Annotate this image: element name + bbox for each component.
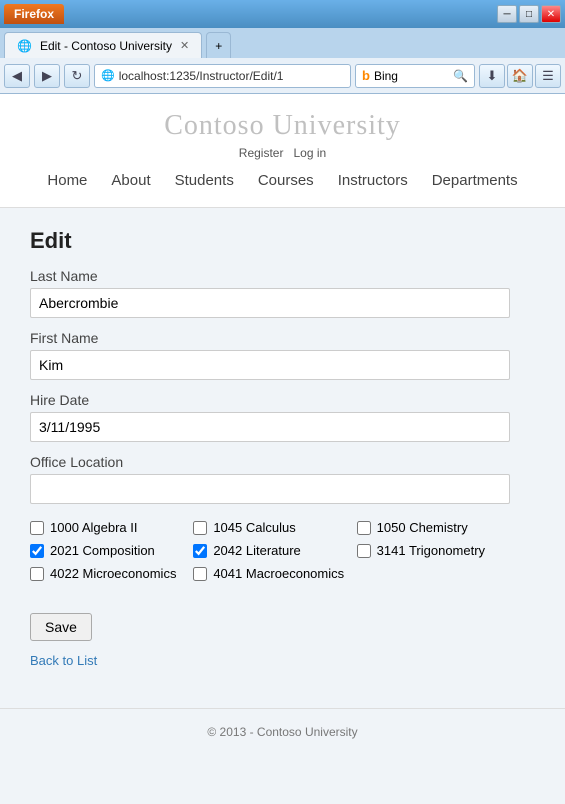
office-location-input[interactable] — [30, 474, 510, 504]
list-item: 1000 Algebra II — [30, 520, 183, 535]
search-icon[interactable]: 🔍 — [453, 69, 468, 83]
search-box[interactable]: b Bing 🔍 — [355, 64, 475, 88]
last-name-group: Last Name — [30, 268, 535, 318]
site-title: Contoso University — [0, 110, 565, 142]
last-name-label: Last Name — [30, 268, 535, 284]
course-checkbox-2021[interactable] — [30, 544, 44, 558]
course-label-3141: 3141 Trigonometry — [377, 543, 485, 558]
new-tab-button[interactable]: + — [206, 32, 231, 58]
course-label-1045: 1045 Calculus — [213, 520, 295, 535]
home-button[interactable]: 🏠 — [507, 64, 533, 88]
active-tab[interactable]: 🌐 Edit - Contoso University ✕ — [4, 32, 202, 58]
course-checkbox-1045[interactable] — [193, 521, 207, 535]
hire-date-input[interactable] — [30, 412, 510, 442]
address-favicon: 🌐 — [101, 69, 115, 82]
main-content: Edit Last Name First Name Hire Date Offi… — [0, 208, 565, 688]
course-label-1000: 1000 Algebra II — [50, 520, 137, 535]
nav-instructors[interactable]: Instructors — [338, 172, 408, 189]
course-label-1050: 1050 Chemistry — [377, 520, 468, 535]
nav-departments[interactable]: Departments — [432, 172, 518, 189]
nav-home[interactable]: Home — [47, 172, 87, 189]
office-location-group: Office Location — [30, 454, 535, 504]
nav-courses[interactable]: Courses — [258, 172, 314, 189]
reload-button[interactable]: ↻ — [64, 64, 90, 88]
list-item: 2042 Literature — [193, 543, 346, 558]
firefox-menu-button[interactable]: Firefox — [4, 4, 64, 24]
list-item: 3141 Trigonometry — [357, 543, 510, 558]
first-name-group: First Name — [30, 330, 535, 380]
course-checkbox-4022[interactable] — [30, 567, 44, 581]
browser-window: Firefox ─ □ ✕ 🌐 Edit - Contoso Universit… — [0, 0, 565, 804]
navbar: ◀ ▶ ↻ 🌐 localhost:1235/Instructor/Edit/1… — [0, 58, 565, 94]
footer-text: © 2013 - Contoso University — [207, 725, 357, 739]
courses-section: 1000 Algebra II 1045 Calculus 1050 Chemist… — [30, 520, 535, 581]
back-button[interactable]: ◀ — [4, 64, 30, 88]
forward-button[interactable]: ▶ — [34, 64, 60, 88]
toolbar-right: ⬇ 🏠 ☰ — [479, 64, 561, 88]
first-name-label: First Name — [30, 330, 535, 346]
list-item: 1050 Chemistry — [357, 520, 510, 535]
list-item: 4041 Macroeconomics — [193, 566, 346, 581]
auth-links: Register Log in — [0, 146, 565, 160]
nav-menu: Home About Students Courses Instructors … — [0, 164, 565, 199]
maximize-button[interactable]: □ — [519, 5, 539, 23]
bing-logo: b — [362, 68, 370, 83]
address-bar[interactable]: 🌐 localhost:1235/Instructor/Edit/1 — [94, 64, 351, 88]
course-checkbox-1050[interactable] — [357, 521, 371, 535]
tab-close-icon[interactable]: ✕ — [180, 39, 189, 52]
site-header: Contoso University Register Log in Home … — [0, 94, 565, 208]
tab-bar: 🌐 Edit - Contoso University ✕ + — [0, 28, 565, 58]
course-checkbox-3141[interactable] — [357, 544, 371, 558]
page-content: Contoso University Register Log in Home … — [0, 94, 565, 804]
course-checkbox-4041[interactable] — [193, 567, 207, 581]
course-label-2021: 2021 Composition — [50, 543, 155, 558]
course-label-4022: 4022 Microeconomics — [50, 566, 176, 581]
titlebar: Firefox ─ □ ✕ — [0, 0, 565, 28]
close-button[interactable]: ✕ — [541, 5, 561, 23]
hire-date-group: Hire Date — [30, 392, 535, 442]
tab-title: Edit - Contoso University — [40, 39, 172, 53]
login-link[interactable]: Log in — [294, 146, 327, 160]
menu-button[interactable]: ☰ — [535, 64, 561, 88]
list-item: 1045 Calculus — [193, 520, 346, 535]
nav-students[interactable]: Students — [175, 172, 234, 189]
page-heading: Edit — [30, 228, 535, 254]
list-item: 2021 Composition — [30, 543, 183, 558]
nav-about[interactable]: About — [111, 172, 150, 189]
office-location-label: Office Location — [30, 454, 535, 470]
course-label-2042: 2042 Literature — [213, 543, 300, 558]
list-item: 4022 Microeconomics — [30, 566, 183, 581]
back-to-list-link[interactable]: Back to List — [30, 653, 535, 668]
save-button[interactable]: Save — [30, 613, 92, 641]
site-footer: © 2013 - Contoso University — [0, 708, 565, 755]
course-checkbox-2042[interactable] — [193, 544, 207, 558]
download-button[interactable]: ⬇ — [479, 64, 505, 88]
register-link[interactable]: Register — [239, 146, 284, 160]
last-name-input[interactable] — [30, 288, 510, 318]
tab-favicon: 🌐 — [17, 39, 32, 53]
address-text: localhost:1235/Instructor/Edit/1 — [119, 69, 284, 83]
course-label-4041: 4041 Macroeconomics — [213, 566, 344, 581]
minimize-button[interactable]: ─ — [497, 5, 517, 23]
course-checkbox-1000[interactable] — [30, 521, 44, 535]
courses-grid: 1000 Algebra II 1045 Calculus 1050 Chemist… — [30, 520, 510, 581]
hire-date-label: Hire Date — [30, 392, 535, 408]
first-name-input[interactable] — [30, 350, 510, 380]
search-label: Bing — [374, 69, 398, 83]
